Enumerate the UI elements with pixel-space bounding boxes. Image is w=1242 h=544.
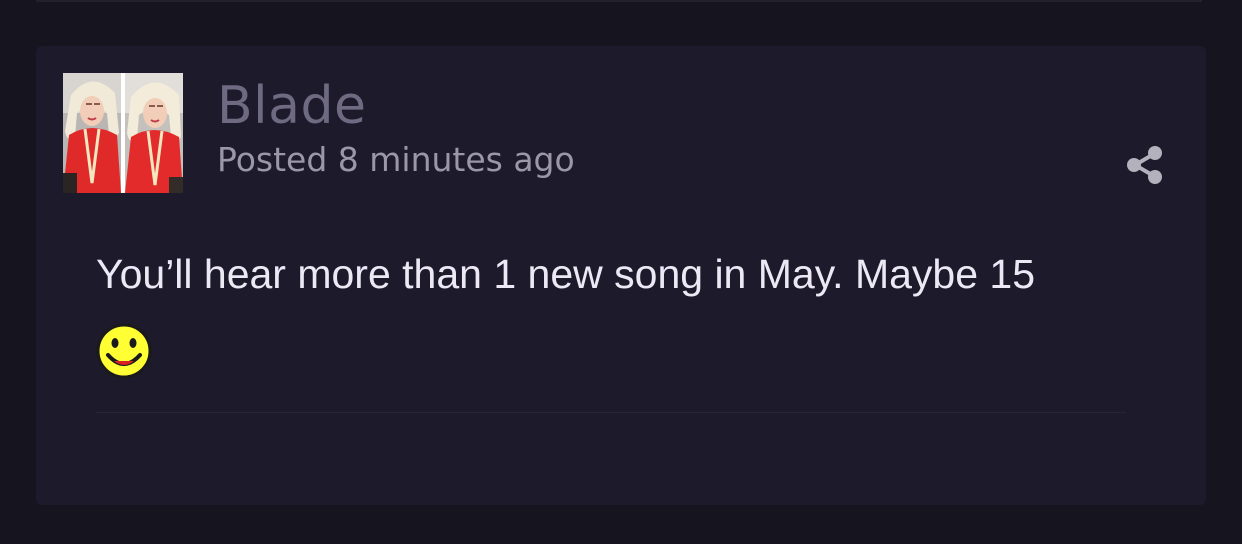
author-avatar[interactable]: [63, 73, 183, 193]
post-card: Blade Posted 8 minutes ago You’ll hear m…: [36, 46, 1206, 505]
share-icon: [1127, 146, 1162, 184]
post-timestamp: Posted 8 minutes ago: [217, 140, 575, 179]
post-body: You’ll hear more than 1 new song in May.…: [96, 251, 1035, 297]
author-name[interactable]: Blade: [217, 74, 367, 138]
top-divider: [36, 0, 1202, 2]
share-button[interactable]: [1125, 145, 1165, 185]
footer-divider: [96, 412, 1126, 413]
avatar-photo-right: [125, 73, 183, 193]
avatar-photo-left: [63, 73, 121, 193]
smiley-emoji-icon: [96, 323, 152, 379]
